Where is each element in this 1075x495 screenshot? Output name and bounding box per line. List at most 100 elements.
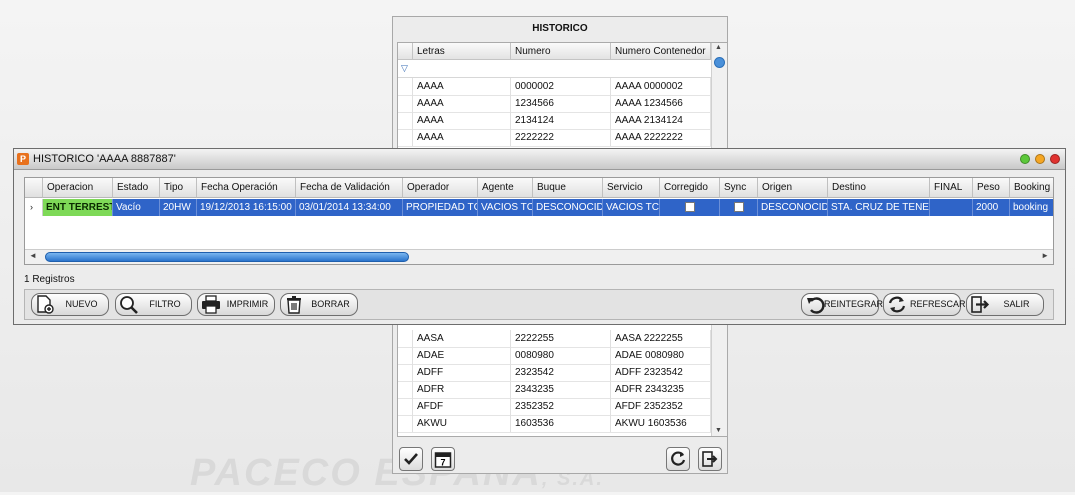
- cell-letras[interactable]: AAAA: [413, 95, 511, 112]
- cell-numero[interactable]: 2352352: [511, 398, 611, 415]
- cell-letras[interactable]: AASA: [413, 330, 511, 347]
- column-header-buque[interactable]: Buque: [533, 178, 603, 198]
- filter-icon[interactable]: ▽: [401, 63, 408, 74]
- cell-numero-contenedor[interactable]: AKWU 1603536: [611, 415, 711, 432]
- scroll-left-icon[interactable]: ◄: [29, 251, 37, 260]
- list-item[interactable]: AFDF 2352352 AFDF 2352352: [398, 398, 711, 416]
- column-header-sync[interactable]: Sync: [720, 178, 758, 198]
- cell-letras[interactable]: ADFR: [413, 381, 511, 398]
- column-header-corregido[interactable]: Corregido: [660, 178, 720, 198]
- column-header-numero[interactable]: Numero: [511, 43, 611, 60]
- cell-peso[interactable]: 2000: [973, 199, 1010, 216]
- cell-servicio[interactable]: VACIOS TCT: [603, 199, 660, 216]
- salir-button[interactable]: SALIR: [966, 293, 1044, 316]
- column-header-operador[interactable]: Operador: [403, 178, 478, 198]
- scroll-thumb[interactable]: [45, 252, 409, 262]
- column-header-fecha-validacion[interactable]: Fecha de Validación: [296, 178, 403, 198]
- cell-letras[interactable]: AKWU: [413, 415, 511, 432]
- cell-numero[interactable]: 2343235: [511, 381, 611, 398]
- table-row[interactable]: › ENT TERRESTRE Vacío 20HW 19/12/2013 16…: [25, 199, 1053, 216]
- scroll-right-icon[interactable]: ►: [1041, 251, 1049, 260]
- minimize-icon[interactable]: [1035, 154, 1045, 164]
- list-item[interactable]: AAAA 2134124 AAAA 2134124: [398, 112, 711, 130]
- cell-numero-contenedor[interactable]: ADFR 2343235: [611, 381, 711, 398]
- list-item[interactable]: ADFF 2323542 ADFF 2323542: [398, 364, 711, 382]
- cell-numero-contenedor[interactable]: ADFF 2323542: [611, 364, 711, 381]
- column-header-letras[interactable]: Letras: [413, 43, 511, 60]
- column-header-operacion[interactable]: Operacion: [43, 178, 113, 198]
- list-item[interactable]: AAAA 1234566 AAAA 1234566: [398, 95, 711, 113]
- cell-numero[interactable]: 0080980: [511, 347, 611, 364]
- column-header-final[interactable]: FINAL: [930, 178, 973, 198]
- cell-numero[interactable]: 1234566: [511, 95, 611, 112]
- scroll-thumb[interactable]: [714, 57, 725, 68]
- cell-letras[interactable]: ADFF: [413, 364, 511, 381]
- cell-numero[interactable]: 2222255: [511, 330, 611, 347]
- cell-letras[interactable]: ADAE: [413, 347, 511, 364]
- list-item[interactable]: AKWU 1603536 AKWU 1603536: [398, 415, 711, 433]
- cell-operador[interactable]: PROPIEDAD TCT: [403, 199, 478, 216]
- title-bar[interactable]: P HISTORICO 'AAAA 8887887': [14, 149, 1065, 170]
- cell-numero[interactable]: 2323542: [511, 364, 611, 381]
- cell-numero[interactable]: 1603536: [511, 415, 611, 432]
- accept-button[interactable]: [399, 447, 423, 471]
- list-item[interactable]: AASA 2222255 AASA 2222255: [398, 330, 711, 348]
- refresh-button[interactable]: [666, 447, 690, 471]
- reintegrar-button[interactable]: REINTEGRAR: [801, 293, 883, 316]
- close-icon[interactable]: [1050, 154, 1060, 164]
- sync-checkbox[interactable]: [734, 202, 744, 212]
- scroll-up-icon[interactable]: ▲: [715, 44, 722, 51]
- cell-letras[interactable]: AAAA: [413, 78, 511, 95]
- cell-corregido[interactable]: [660, 199, 720, 216]
- cell-final[interactable]: [930, 199, 973, 216]
- cell-numero[interactable]: 2222222: [511, 129, 611, 146]
- corregido-checkbox[interactable]: [685, 202, 695, 212]
- cell-numero-contenedor[interactable]: AFDF 2352352: [611, 398, 711, 415]
- column-header-peso[interactable]: Peso: [973, 178, 1010, 198]
- cell-letras[interactable]: AFDF: [413, 398, 511, 415]
- refrescar-button[interactable]: REFRESCAR: [883, 293, 966, 316]
- cell-tipo[interactable]: 20HW: [160, 199, 197, 216]
- cell-origen[interactable]: DESCONOCIDO: [758, 199, 828, 216]
- cell-numero-contenedor[interactable]: AASA 2222255: [611, 330, 711, 347]
- cell-numero[interactable]: 2134124: [511, 112, 611, 129]
- cell-buque[interactable]: DESCONOCIDO: [533, 199, 603, 216]
- list-item[interactable]: AAAA 0000002 AAAA 0000002: [398, 78, 711, 96]
- filtro-button[interactable]: FILTRO: [115, 293, 192, 316]
- column-header-booking[interactable]: Booking: [1010, 178, 1053, 198]
- exit-button[interactable]: [698, 447, 722, 471]
- column-header-estado[interactable]: Estado: [113, 178, 160, 198]
- cell-sync[interactable]: [720, 199, 758, 216]
- horizontal-scrollbar[interactable]: ◄ ►: [25, 249, 1053, 264]
- calendar-button[interactable]: 7: [431, 447, 455, 471]
- nuevo-button[interactable]: NUEVO: [31, 293, 109, 316]
- column-header-tipo[interactable]: Tipo: [160, 178, 197, 198]
- list-item[interactable]: AAAA 2222222 AAAA 2222222: [398, 129, 711, 147]
- cell-fecha-operacion[interactable]: 19/12/2013 16:15:00: [197, 199, 296, 216]
- list-item[interactable]: ADAE 0080980 ADAE 0080980: [398, 347, 711, 365]
- column-header-origen[interactable]: Origen: [758, 178, 828, 198]
- column-header-servicio[interactable]: Servicio: [603, 178, 660, 198]
- cell-numero-contenedor[interactable]: AAAA 2222222: [611, 129, 711, 146]
- cell-numero-contenedor[interactable]: AAAA 2134124: [611, 112, 711, 129]
- cell-letras[interactable]: AAAA: [413, 112, 511, 129]
- maximize-icon[interactable]: [1020, 154, 1030, 164]
- imprimir-button[interactable]: IMPRIMIR: [197, 293, 275, 316]
- cell-operacion[interactable]: ENT TERRESTRE: [43, 199, 113, 216]
- cell-letras[interactable]: AAAA: [413, 129, 511, 146]
- cell-booking[interactable]: booking: [1010, 199, 1053, 216]
- filter-row[interactable]: ▽: [398, 60, 711, 78]
- cell-destino[interactable]: STA. CRUZ DE TENERIFE: [828, 199, 930, 216]
- borrar-button[interactable]: BORRAR: [280, 293, 358, 316]
- column-header-destino[interactable]: Destino: [828, 178, 930, 198]
- cell-numero-contenedor[interactable]: AAAA 1234566: [611, 95, 711, 112]
- cell-numero-contenedor[interactable]: ADAE 0080980: [611, 347, 711, 364]
- cell-numero-contenedor[interactable]: AAAA 0000002: [611, 78, 711, 95]
- column-header-agente[interactable]: Agente: [478, 178, 533, 198]
- scroll-down-icon[interactable]: ▼: [715, 427, 722, 434]
- cell-fecha-validacion[interactable]: 03/01/2014 13:34:00: [296, 199, 403, 216]
- cell-numero[interactable]: 0000002: [511, 78, 611, 95]
- cell-estado[interactable]: Vacío: [113, 199, 160, 216]
- cell-agente[interactable]: VACIOS TCT: [478, 199, 533, 216]
- column-header-numero-contenedor[interactable]: Numero Contenedor: [611, 43, 711, 60]
